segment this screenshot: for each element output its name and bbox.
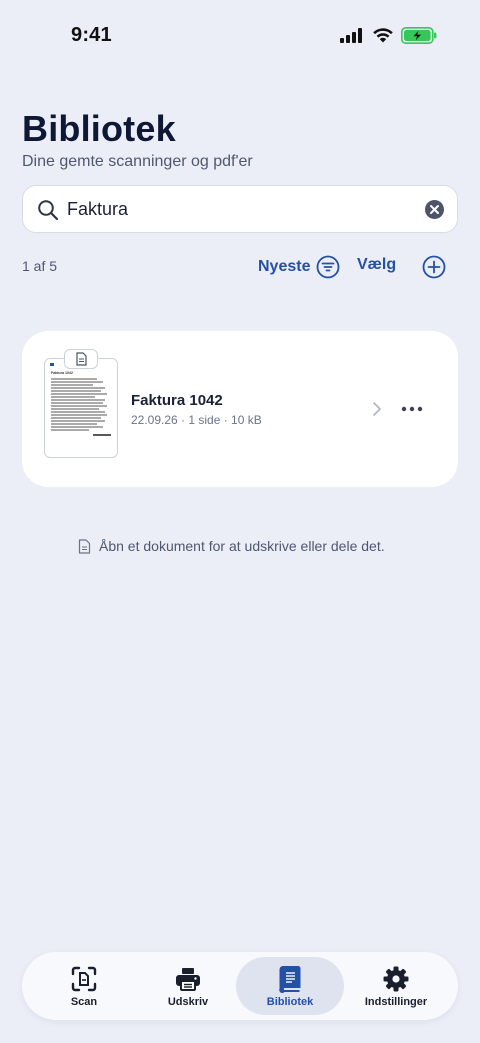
wifi-icon [373,28,393,43]
tab-scan[interactable]: Scan [30,957,138,1015]
tab-label: Indstillinger [364,996,428,1008]
cellular-signal-icon [340,28,362,43]
page-title: Bibliotek [22,108,176,149]
search-icon [38,200,59,221]
tab-settings[interactable]: Indstillinger [342,957,450,1015]
sort-label: Nyeste [258,258,311,275]
tab-library[interactable]: Bibliotek [236,957,344,1015]
status-time: 9:41 [71,24,112,46]
gear-icon [383,966,409,992]
tab-label: Udskriv [167,996,209,1008]
filter-icon [317,255,340,279]
document-card[interactable]: Faktura 1042 Faktura 1042 22.09.26 · 1 s… [22,331,458,487]
chevron-right-icon[interactable] [370,401,384,417]
thumbnail-title: Faktura 1042 [51,371,73,375]
tab-bar: Scan Udskriv Bibliotek Indstillinger [22,952,458,1020]
page-subtitle: Dine gemte scanninger og pdf'er [22,153,253,170]
add-icon[interactable] [422,255,446,279]
book-icon [279,966,301,993]
more-options-icon[interactable] [401,402,423,416]
document-icon [78,538,91,554]
status-bar: 9:41 [0,0,480,70]
scan-icon [71,966,97,992]
select-button[interactable]: Vælg [357,256,396,274]
document-name: Faktura 1042 [131,392,223,409]
thumbnail-badge [64,349,98,369]
file-icon [76,352,87,366]
hint: Åbn et dokument for at udskrive eller de… [78,538,385,554]
clear-icon[interactable] [424,199,445,220]
document-thumbnail: Faktura 1042 [44,358,118,458]
tab-label: Scan [70,996,98,1008]
result-count: 1 af 5 [22,258,58,274]
battery-icon [401,27,437,44]
search-input[interactable] [67,194,407,224]
document-meta: 22.09.26 · 1 side · 10 kB [131,413,262,427]
tab-print[interactable]: Udskriv [134,957,242,1015]
document-preview: Faktura 1042 [50,363,111,436]
hint-text: Åbn et dokument for at udskrive eller de… [99,538,385,554]
search-box[interactable] [22,185,458,233]
tab-label: Bibliotek [266,996,314,1008]
printer-icon [176,968,200,991]
sort-button[interactable]: Nyeste [258,254,340,280]
